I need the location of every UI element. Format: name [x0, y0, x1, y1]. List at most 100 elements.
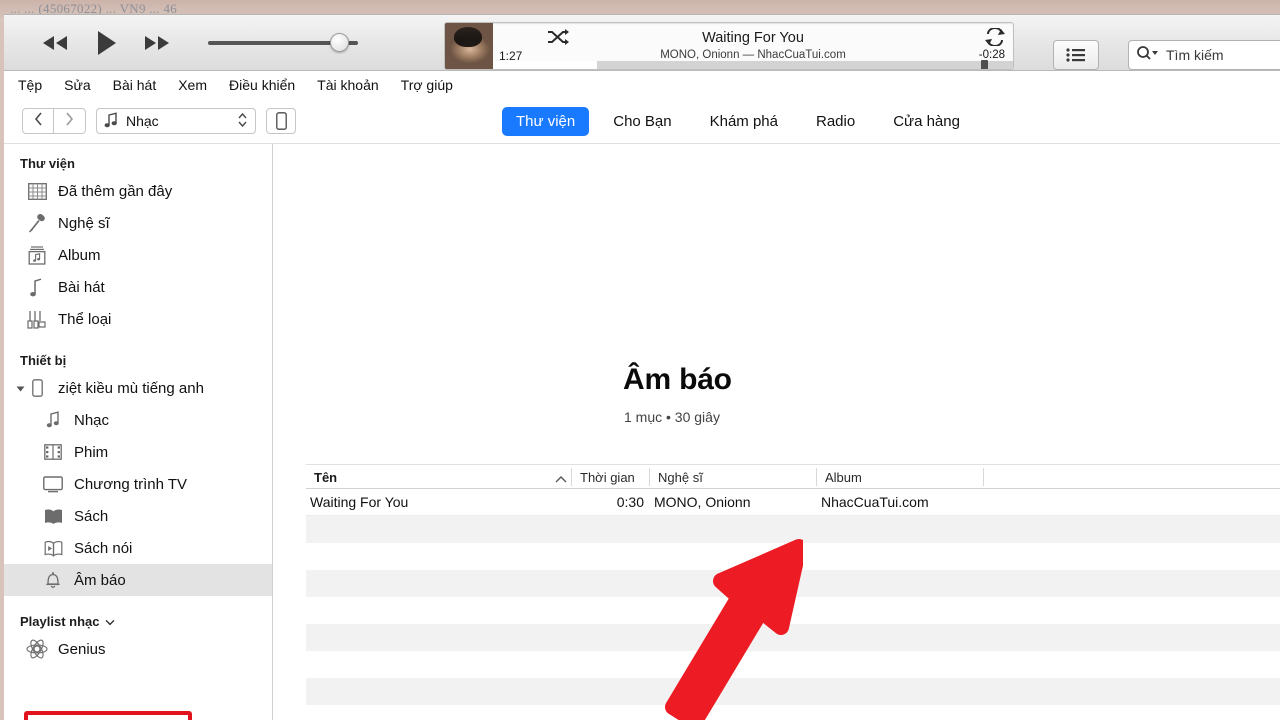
back-button[interactable]: [22, 108, 54, 134]
playback-scrubber[interactable]: [493, 60, 1013, 69]
book-icon: [42, 505, 64, 527]
sidebar-item-label: Album: [58, 246, 101, 264]
search-placeholder: Tìm kiếm: [1166, 47, 1224, 63]
tracks-table: Tên Thời gian Nghệ sĩ Album Waiting For …: [306, 464, 1280, 720]
transport-controls: [38, 29, 174, 57]
forward-button[interactable]: [54, 108, 86, 134]
sidebar-header-playlists-label: Playlist nhạc: [20, 614, 100, 629]
table-row-empty: [306, 543, 1280, 570]
list-view-icon[interactable]: [1053, 40, 1099, 70]
grid-icon: [26, 180, 48, 202]
column-header-time[interactable]: Thời gian: [572, 465, 649, 489]
sidebar-item-artists[interactable]: Nghệ sĩ: [4, 207, 272, 239]
sidebar-item-device-audiobooks[interactable]: Sách nói: [4, 532, 272, 564]
main-body: Thư viện Đã thêm gần đây Nghệ sĩ Album B…: [4, 144, 1280, 720]
sidebar-item-device-music[interactable]: Nhạc: [4, 404, 272, 436]
navigation-bar: Nhạc Thư viện Cho Bạn Khám phá Radio Cửa…: [4, 99, 1280, 144]
music-note-icon: [104, 111, 118, 131]
shuffle-icon[interactable]: [547, 28, 569, 51]
column-header-artist[interactable]: Nghệ sĩ: [650, 465, 816, 489]
highlight-box-tones: [24, 711, 192, 720]
rewind-icon[interactable]: [38, 33, 72, 53]
media-kind-value: Nhạc: [126, 113, 159, 129]
sidebar-item-label: Đã thêm gần đây: [58, 182, 173, 200]
sidebar-item-recently-added[interactable]: Đã thêm gần đây: [4, 175, 272, 207]
table-row-empty: [306, 678, 1280, 705]
search-input[interactable]: Tìm kiếm: [1128, 40, 1280, 70]
microphone-icon: [26, 212, 48, 234]
sidebar-item-label: Sách nói: [74, 539, 133, 557]
device-phone-icon[interactable]: [266, 108, 296, 134]
column-header-name[interactable]: Tên: [306, 465, 569, 489]
column-header-album[interactable]: Album: [817, 465, 983, 489]
tab-cua-hang[interactable]: Cửa hàng: [879, 107, 974, 136]
column-divider[interactable]: [983, 468, 984, 486]
menu-item-tai-khoan[interactable]: Tài khoản: [317, 77, 378, 93]
sidebar-item-device-tvshows[interactable]: Chương trình TV: [4, 468, 272, 500]
menu-item-tro-giup[interactable]: Trợ giúp: [401, 77, 453, 93]
nav-arrow-group: [22, 108, 86, 134]
sidebar-item-label: Âm báo: [74, 571, 126, 589]
menu-item-xem[interactable]: Xem: [178, 77, 207, 93]
sidebar-item-device[interactable]: ziệt kiều mù tiếng anh: [4, 372, 272, 404]
cell-time: 0:30: [616, 494, 644, 510]
content-pane: Âm báo 1 mục • 30 giây Xáo trộn Tên Thời…: [273, 144, 1280, 720]
fast-forward-icon[interactable]: [140, 33, 174, 53]
table-row-empty: [306, 651, 1280, 678]
table-row[interactable]: Waiting For You 0:30 MONO, Onionn NhacCu…: [306, 489, 1280, 516]
menu-item-sua[interactable]: Sửa: [64, 77, 91, 93]
chevron-updown-icon[interactable]: [237, 112, 248, 131]
chevron-down-icon[interactable]: [105, 614, 115, 629]
media-kind-select[interactable]: Nhạc: [96, 108, 256, 134]
tab-radio[interactable]: Radio: [802, 107, 869, 136]
sidebar-item-device-tones[interactable]: Âm báo: [4, 564, 272, 596]
sidebar-item-label: Thể loại: [58, 310, 112, 328]
sidebar-item-device-books[interactable]: Sách: [4, 500, 272, 532]
play-icon[interactable]: [94, 29, 118, 57]
menu-item-dieu-khien[interactable]: Điều khiển: [229, 77, 295, 93]
genres-icon: [26, 308, 48, 330]
volume-knob[interactable]: [330, 32, 349, 52]
cell-album: NhacCuaTui.com: [821, 494, 929, 510]
sidebar: Thư viện Đã thêm gần đây Nghệ sĩ Album B…: [4, 144, 273, 720]
scrubber-handle[interactable]: [981, 60, 988, 69]
sidebar-item-label: Genius: [58, 640, 106, 658]
menu-item-bai-hat[interactable]: Bài hát: [113, 77, 157, 93]
sidebar-item-label: Nghệ sĩ: [58, 214, 110, 232]
tv-icon: [42, 473, 64, 495]
table-row-empty: [306, 705, 1280, 720]
tab-cho-ban[interactable]: Cho Bạn: [599, 107, 685, 136]
album-icon: [26, 244, 48, 266]
album-artwork[interactable]: [445, 23, 493, 69]
search-icon: [1136, 45, 1160, 66]
music-note-icon: [42, 409, 64, 431]
sidebar-item-genius[interactable]: Genius: [4, 633, 272, 665]
table-row-empty: [306, 624, 1280, 651]
sidebar-item-device-movies[interactable]: Phim: [4, 436, 272, 468]
bell-icon: [42, 569, 64, 591]
player-toolbar: Waiting For You MONO, Onionn — NhacCuaTu…: [4, 15, 1280, 71]
film-icon: [42, 441, 64, 463]
sidebar-item-label: Nhạc: [74, 411, 110, 429]
table-row-empty: [306, 597, 1280, 624]
repeat-icon[interactable]: [985, 27, 1005, 51]
page-subtitle: 1 mục • 30 giây: [624, 409, 720, 425]
caret-up-icon: [555, 471, 567, 489]
tab-kham-pha[interactable]: Khám phá: [696, 107, 792, 136]
cell-name: Waiting For You: [310, 494, 409, 510]
sidebar-item-songs[interactable]: Bài hát: [4, 271, 272, 303]
volume-slider[interactable]: [208, 32, 358, 53]
now-playing-display[interactable]: Waiting For You MONO, Onionn — NhacCuaTu…: [444, 22, 1014, 70]
sidebar-item-genres[interactable]: Thể loại: [4, 303, 272, 335]
table-header-row: Tên Thời gian Nghệ sĩ Album: [306, 464, 1280, 489]
sidebar-header-playlists[interactable]: Playlist nhạc: [4, 610, 272, 633]
menu-item-tep[interactable]: Tệp: [18, 77, 42, 93]
tab-thu-vien[interactable]: Thư viện: [502, 107, 590, 136]
sidebar-item-albums[interactable]: Album: [4, 239, 272, 271]
audiobook-icon: [42, 537, 64, 559]
table-row-empty: [306, 516, 1280, 543]
triangle-down-icon[interactable]: [16, 380, 25, 397]
sidebar-item-label: Chương trình TV: [74, 475, 187, 493]
sidebar-item-label: Bài hát: [58, 278, 105, 296]
music-note-icon: [26, 276, 48, 298]
